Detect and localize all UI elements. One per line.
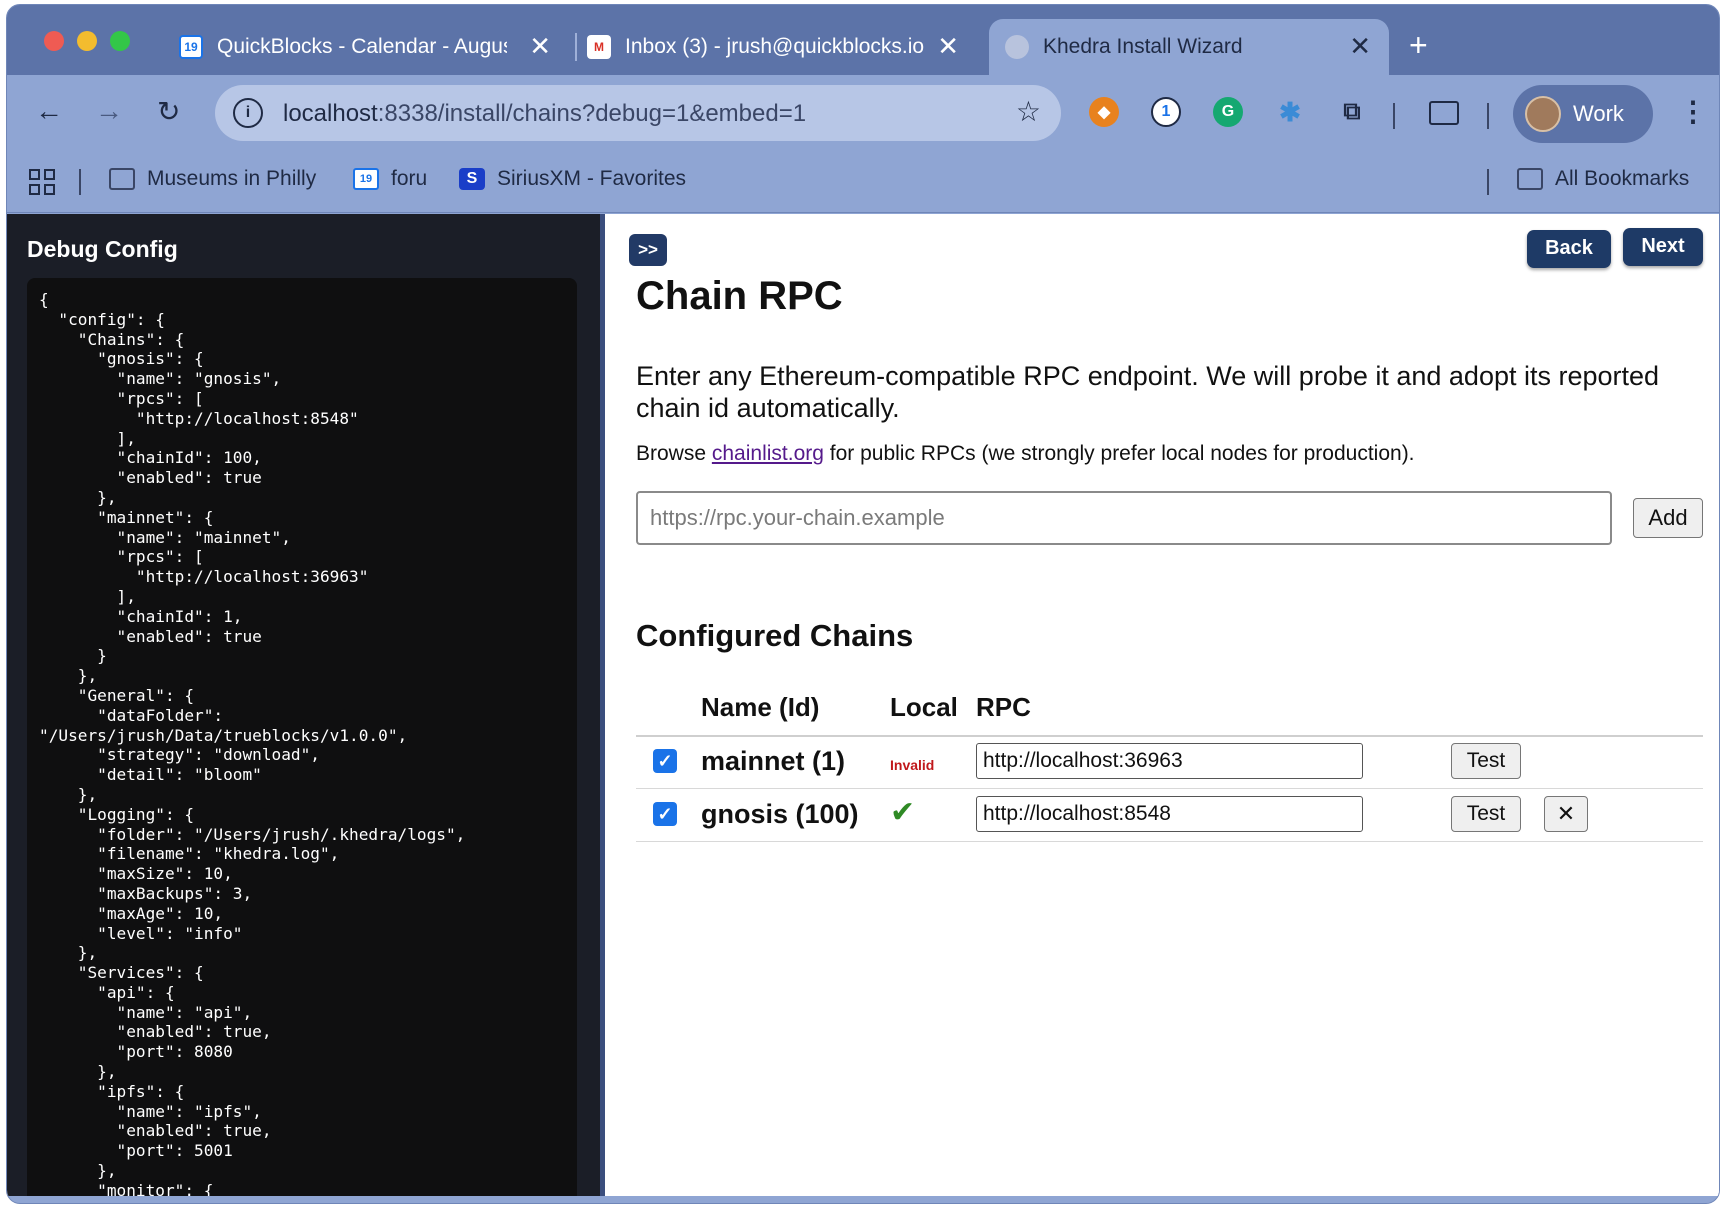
- minimize-window-button[interactable]: [77, 31, 97, 51]
- table-row: ✓ gnosis (100) ✔ Test ✕: [610, 789, 1719, 841]
- config-json-text: { "config": { "Chains": { "gnosis": { "n…: [39, 290, 466, 1196]
- apps-grid-icon[interactable]: [29, 169, 55, 195]
- grammarly-icon[interactable]: G: [1213, 97, 1243, 127]
- chain-enabled-checkbox[interactable]: ✓: [653, 802, 677, 826]
- password-manager-icon[interactable]: 1: [1151, 97, 1181, 127]
- reload-icon[interactable]: ↻: [157, 95, 180, 128]
- browse-prefix: Browse: [636, 442, 712, 465]
- back-button[interactable]: Back: [1527, 230, 1611, 268]
- bookmarks-divider: [79, 169, 81, 195]
- metamask-icon[interactable]: ◆: [1089, 97, 1119, 127]
- profile-name: Work: [1573, 101, 1624, 126]
- toolbar-divider: [1393, 103, 1395, 129]
- url-text[interactable]: localhost:8338/install/chains?debug=1&em…: [283, 100, 806, 128]
- debug-sidebar: Debug Config { "config": { "Chains": { "…: [7, 214, 605, 1196]
- close-tab-icon[interactable]: ✕: [1349, 33, 1371, 59]
- next-button[interactable]: Next: [1623, 228, 1703, 266]
- chain-rpc-input[interactable]: [976, 743, 1363, 779]
- bookmark-museums[interactable]: Museums in Philly: [109, 167, 316, 191]
- bookmark-label: foru: [391, 167, 428, 190]
- tab-search-icon[interactable]: [1429, 101, 1459, 125]
- rpc-url-input[interactable]: [636, 491, 1612, 545]
- extensions-puzzle-icon[interactable]: ⧉: [1337, 97, 1367, 127]
- tab-inbox[interactable]: M Inbox (3) - jrush@quickblocks.io ✕: [587, 19, 977, 75]
- tab-divider: [575, 33, 577, 61]
- folder-icon: [1517, 168, 1543, 190]
- all-bookmarks-label: All Bookmarks: [1555, 167, 1690, 190]
- table-row: ✓ mainnet (1) Invalid Test: [610, 736, 1719, 788]
- row-divider: [636, 841, 1703, 842]
- wizard-main: >> Back Next Chain RPC Enter any Ethereu…: [610, 214, 1719, 1196]
- chainlist-link[interactable]: chainlist.org: [712, 442, 824, 465]
- avatar: [1525, 96, 1561, 132]
- test-rpc-button[interactable]: Test: [1451, 743, 1521, 779]
- tab-strip: 19 QuickBlocks - Calendar - August 2024 …: [7, 5, 1719, 75]
- delete-chain-button[interactable]: ✕: [1544, 796, 1588, 832]
- close-tab-icon[interactable]: ✕: [529, 33, 551, 59]
- calendar-icon: 19: [353, 168, 379, 190]
- test-rpc-button[interactable]: Test: [1451, 796, 1521, 832]
- browser-window: 19 QuickBlocks - Calendar - August 2024 …: [6, 4, 1720, 1204]
- browser-toolbar: ← → ↻ i localhost:8338/install/chains?de…: [7, 75, 1719, 147]
- bookmark-label: Museums in Philly: [147, 167, 317, 190]
- toggle-sidebar-button[interactable]: >>: [629, 234, 667, 266]
- all-bookmarks[interactable]: All Bookmarks: [1517, 167, 1689, 191]
- browse-hint: Browse chainlist.org for public RPCs (we…: [636, 442, 1415, 466]
- page-title: Chain RPC: [636, 274, 843, 318]
- column-header-local: Local: [890, 692, 958, 722]
- toolbar-divider: [1487, 103, 1489, 129]
- close-tab-icon[interactable]: ✕: [937, 33, 959, 59]
- profile-button[interactable]: Work: [1513, 85, 1653, 143]
- url-path: :8338/install/chains?debug=1&embed=1: [377, 100, 807, 127]
- tab-title: Inbox (3) - jrush@quickblocks.io: [625, 35, 925, 58]
- add-rpc-button[interactable]: Add: [1633, 498, 1703, 538]
- url-host: localhost: [283, 100, 378, 127]
- calendar-icon: 19: [179, 35, 203, 59]
- column-header-name: Name (Id): [701, 692, 820, 722]
- chain-name: gnosis (100): [701, 799, 859, 829]
- menu-dots-icon[interactable]: ⋮: [1679, 95, 1707, 128]
- column-header-rpc: RPC: [976, 692, 1031, 722]
- back-arrow-icon[interactable]: ←: [35, 95, 63, 127]
- sidebar-title: Debug Config: [27, 236, 178, 262]
- tab-title: Khedra Install Wizard: [1043, 35, 1243, 58]
- maximize-window-button[interactable]: [110, 31, 130, 51]
- new-tab-icon[interactable]: +: [1409, 27, 1428, 64]
- page-content: Debug Config { "config": { "Chains": { "…: [7, 214, 1719, 1196]
- bookmarks-divider: [1487, 169, 1489, 195]
- gmail-icon: M: [587, 35, 611, 59]
- status-badge: Invalid: [890, 757, 935, 773]
- tab-calendar[interactable]: 19 QuickBlocks - Calendar - August 2024 …: [179, 19, 569, 75]
- siriusxm-icon: S: [459, 168, 485, 190]
- chain-rpc-input[interactable]: [976, 796, 1363, 832]
- config-code-box[interactable]: { "config": { "Chains": { "gnosis": { "n…: [27, 278, 577, 1196]
- globe-icon: [1005, 35, 1029, 59]
- page-description: Enter any Ethereum-compatible RPC endpoi…: [636, 361, 1660, 423]
- tab-title: QuickBlocks - Calendar - August 2024: [217, 35, 507, 58]
- bookmark-siriusxm[interactable]: S SiriusXM - Favorites: [459, 167, 686, 191]
- configured-chains-title: Configured Chains: [636, 618, 914, 653]
- bookmark-label: SiriusXM - Favorites: [497, 167, 687, 190]
- chain-name: mainnet (1): [701, 746, 846, 776]
- close-window-button[interactable]: [44, 31, 64, 51]
- tab-khedra-active[interactable]: Khedra Install Wizard ✕: [989, 19, 1389, 75]
- site-info-icon[interactable]: i: [233, 98, 263, 128]
- browse-suffix: for public RPCs (we strongly prefer loca…: [823, 442, 1415, 465]
- sparkle-extension-icon[interactable]: ✱: [1275, 97, 1305, 127]
- forward-arrow-icon[interactable]: →: [95, 95, 123, 127]
- chain-enabled-checkbox[interactable]: ✓: [653, 749, 677, 773]
- bookmark-foru[interactable]: 19 foru: [353, 167, 427, 191]
- address-bar[interactable]: i localhost:8338/install/chains?debug=1&…: [215, 85, 1061, 141]
- bookmark-star-icon[interactable]: ☆: [1016, 95, 1041, 128]
- checkmark-icon: ✔: [890, 796, 916, 829]
- bookmarks-bar: Museums in Philly 19 foru S SiriusXM - F…: [7, 147, 1719, 213]
- folder-icon: [109, 168, 135, 190]
